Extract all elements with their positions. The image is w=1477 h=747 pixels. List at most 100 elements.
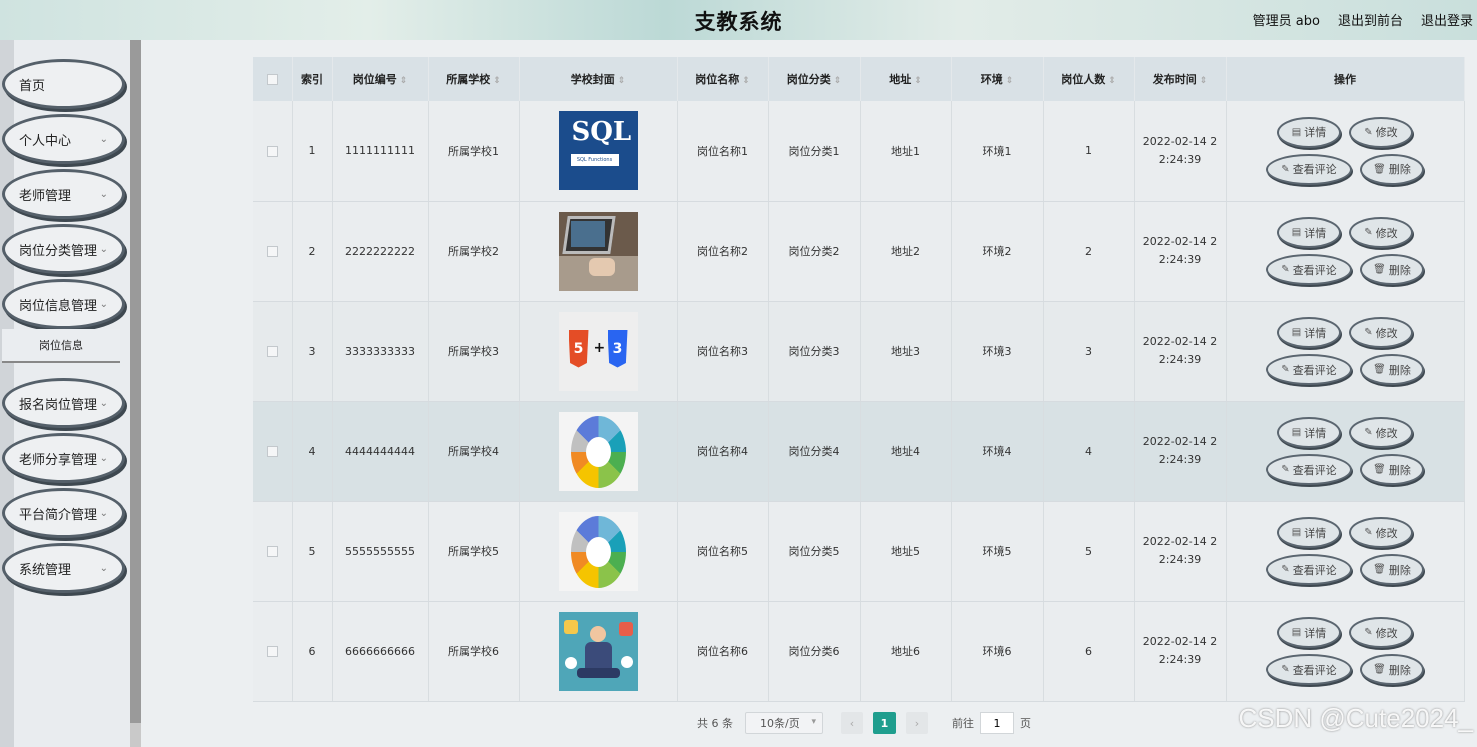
cell-time: 2022-02-14 2 2:24:39 [1134, 201, 1227, 302]
cell-env: 环境6 [951, 601, 1044, 702]
row-select-cell[interactable] [253, 601, 293, 702]
top-header: 支教系统 管理员 abo 退出到前台 退出登录 [0, 0, 1477, 40]
document-icon: ▤ [1291, 427, 1302, 438]
delete-button[interactable]: 🗑 删除 [1360, 454, 1424, 485]
delete-button[interactable]: 🗑 删除 [1360, 153, 1424, 185]
row-checkbox[interactable] [266, 145, 278, 157]
table-row[interactable]: 1 1111111111 所属学校1 SQL SQL Functions 岗位名称1 岗位分… [253, 101, 1465, 202]
sidebar-scrollbar[interactable] [130, 40, 141, 723]
sidebar-item-6[interactable]: 老师分享管理 ⌄ [2, 433, 125, 483]
row-select-cell[interactable] [253, 501, 293, 602]
sort-icon[interactable]: ⇕ [400, 76, 408, 86]
col-header-env[interactable]: 环境 ⇕ [951, 57, 1044, 101]
edit-button[interactable]: ✎ 修改 [1349, 517, 1413, 548]
delete-button[interactable]: 🗑 删除 [1360, 354, 1424, 385]
row-select-cell[interactable] [253, 101, 293, 202]
submenu-item-position-info[interactable]: 岗位信息 [2, 329, 120, 363]
row-checkbox[interactable] [266, 546, 278, 557]
detail-button[interactable]: ▤ 详情 [1277, 116, 1341, 148]
cell-time: 2022-02-14 2 2:24:39 [1134, 401, 1227, 502]
sidebar-item-4[interactable]: 岗位信息管理 ⌄ [2, 279, 125, 329]
sidebar-item-3[interactable]: 岗位分类管理 ⌄ [2, 224, 125, 274]
pencil-icon: ✎ [1281, 664, 1290, 675]
detail-button[interactable]: ▤ 详情 [1277, 317, 1341, 348]
row-select-cell[interactable] [253, 401, 293, 502]
sidebar-item-7[interactable]: 平台简介管理 ⌄ [2, 488, 125, 538]
col-header-school[interactable]: 所属学校 ⇕ [428, 57, 520, 101]
cell-env: 环境1 [951, 101, 1044, 202]
next-page-button[interactable]: › [906, 712, 928, 734]
sort-icon[interactable]: ⇕ [742, 76, 750, 86]
sidebar-item-label: 老师分享管理 [19, 452, 98, 468]
goto-page-input[interactable] [980, 712, 1014, 734]
row-checkbox[interactable] [266, 646, 278, 657]
sidebar-item-2[interactable]: 老师管理 ⌄ [2, 169, 125, 219]
select-all-checkbox[interactable] [266, 74, 278, 85]
col-header-address[interactable]: 地址 ⇕ [860, 57, 952, 101]
delete-button[interactable]: 🗑 删除 [1360, 254, 1424, 285]
back-to-front-link[interactable]: 退出到前台 [1338, 10, 1403, 29]
sort-icon[interactable]: ⇕ [618, 76, 626, 86]
sidebar-item-1[interactable]: 个人中心 ⌄ [2, 114, 125, 164]
detail-button[interactable]: ▤ 详情 [1277, 417, 1341, 448]
edit-button[interactable]: ✎ 修改 [1349, 617, 1413, 648]
sort-icon[interactable]: ⇕ [1006, 76, 1014, 86]
row-checkbox[interactable] [266, 446, 278, 457]
view-comments-button[interactable]: ✎ 查看评论 [1266, 654, 1352, 685]
col-header-name[interactable]: 岗位名称 ⇕ [677, 57, 769, 101]
select-all-cell[interactable] [253, 57, 293, 101]
sidebar-item-0[interactable]: 首页 [2, 59, 125, 109]
sidebar-item-8[interactable]: 系统管理 ⌄ [2, 543, 125, 593]
sidebar-item-label: 老师管理 [19, 188, 72, 204]
delete-button[interactable]: 🗑 删除 [1360, 554, 1424, 585]
table-row[interactable]: 4 4444444444 所属学校4 岗位名称4 岗位分类4 地址4 环境4 4 2022-02… [253, 401, 1465, 502]
edit-button[interactable]: ✎ 修改 [1349, 116, 1413, 148]
cell-cover [519, 601, 678, 702]
sidebar-item-5[interactable]: 报名岗位管理 ⌄ [2, 378, 125, 428]
table-row[interactable]: 5 5555555555 所属学校5 岗位名称5 岗位分类5 地址5 环境5 5 2022-02… [253, 501, 1465, 602]
sort-icon[interactable]: ⇕ [1200, 76, 1208, 86]
cell-school: 所属学校1 [428, 101, 520, 202]
edit-button[interactable]: ✎ 修改 [1349, 417, 1413, 448]
table-row[interactable]: 2 2222222222 所属学校2 岗位名称2 岗位分类2 地址2 环境2 2 2022-02… [253, 201, 1465, 302]
edit-button[interactable]: ✎ 修改 [1349, 317, 1413, 348]
view-comments-button[interactable]: ✎ 查看评论 [1266, 254, 1352, 285]
delete-button[interactable]: 🗑 删除 [1360, 654, 1424, 685]
table-row[interactable]: 6 6666666666 所属学校6 岗位名称6 岗位分类6 地址6 环境6 6 2022-02… [253, 601, 1465, 702]
detail-button[interactable]: ▤ 详情 [1277, 217, 1341, 248]
row-checkbox[interactable] [266, 246, 278, 257]
row-select-cell[interactable] [253, 201, 293, 302]
col-header-code[interactable]: 岗位编号 ⇕ [332, 57, 429, 101]
sort-icon[interactable]: ⇕ [493, 76, 501, 86]
document-icon: ▤ [1291, 327, 1302, 338]
view-comments-button[interactable]: ✎ 查看评论 [1266, 454, 1352, 485]
cell-cover [519, 501, 678, 602]
col-header-count[interactable]: 岗位人数 ⇕ [1043, 57, 1135, 101]
pencil-icon: ✎ [1281, 364, 1290, 375]
view-comments-button[interactable]: ✎ 查看评论 [1266, 554, 1352, 585]
col-header-cover[interactable]: 学校封面 ⇕ [519, 57, 678, 101]
sort-icon[interactable]: ⇕ [834, 76, 842, 86]
edit-button[interactable]: ✎ 修改 [1349, 217, 1413, 248]
col-header-category[interactable]: 岗位分类 ⇕ [768, 57, 861, 101]
logout-link[interactable]: 退出登录 [1421, 10, 1473, 29]
row-select-cell[interactable] [253, 301, 293, 402]
detail-button[interactable]: ▤ 详情 [1277, 617, 1341, 648]
sort-icon[interactable]: ⇕ [1108, 76, 1116, 86]
sidebar-item-label: 报名岗位管理 [19, 397, 98, 413]
chevron-down-icon: ▾ [811, 717, 816, 727]
trash-icon: 🗑 [1373, 464, 1386, 475]
trash-icon: 🗑 [1373, 664, 1386, 675]
cell-name: 岗位名称2 [677, 201, 769, 302]
view-comments-button[interactable]: ✎ 查看评论 [1266, 354, 1352, 385]
table-row[interactable]: 3 3333333333 所属学校3 5 +3 岗位名称3 岗位分类3 地址3 环境3 3 2022… [253, 301, 1465, 402]
sort-icon[interactable]: ⇕ [914, 76, 922, 86]
prev-page-button[interactable]: ‹ [841, 712, 863, 734]
cell-name: 岗位名称3 [677, 301, 769, 402]
row-checkbox[interactable] [266, 346, 278, 357]
page-size-select[interactable]: 10条/页 ▾ [745, 712, 823, 734]
detail-button[interactable]: ▤ 详情 [1277, 517, 1341, 548]
col-header-time[interactable]: 发布时间 ⇕ [1134, 57, 1227, 101]
view-comments-button[interactable]: ✎ 查看评论 [1266, 153, 1352, 185]
page-number-current[interactable]: 1 [873, 712, 896, 734]
